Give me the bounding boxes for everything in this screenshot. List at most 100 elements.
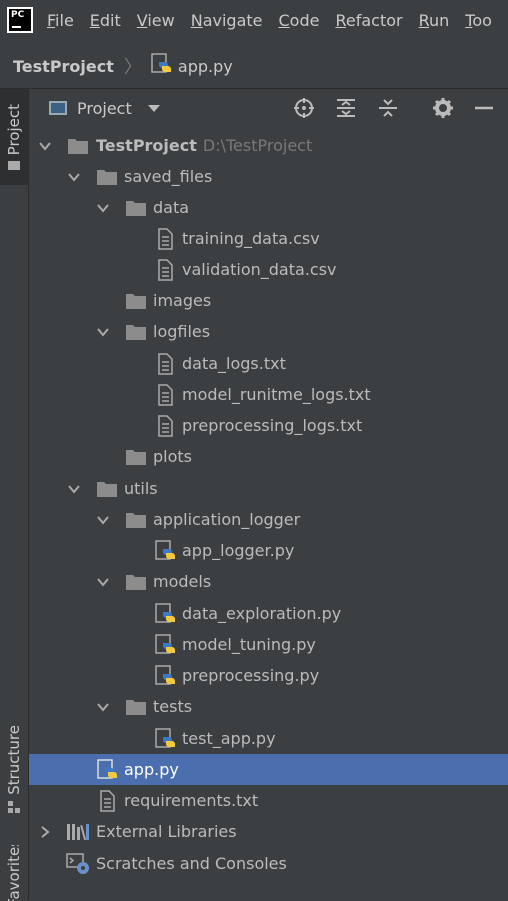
- chevron-down-icon[interactable]: [96, 325, 110, 339]
- tree-label: model_runitme_logs.txt: [182, 385, 371, 404]
- folder-icon: [124, 445, 148, 469]
- python-file-icon: [153, 727, 177, 751]
- breadcrumb-project[interactable]: TestProject: [13, 57, 114, 76]
- project-view-icon: [49, 101, 67, 115]
- python-file-icon: [153, 664, 177, 688]
- chevron-down-icon[interactable]: [67, 482, 81, 496]
- stripe-tab-favorites[interactable]: Favorites: [0, 845, 28, 901]
- menu-tools[interactable]: Too: [465, 11, 492, 30]
- tree-label: utils: [124, 479, 158, 498]
- tree-row-folder[interactable]: logfiles: [29, 316, 508, 347]
- tree-label: app_logger.py: [182, 541, 295, 560]
- python-file-icon: [153, 633, 177, 657]
- tree-label: preprocessing.py: [182, 666, 320, 685]
- tool-window-stripe: Project Structure Favorites: [0, 89, 29, 901]
- tree-label: app.py: [124, 760, 179, 779]
- text-file-icon: [153, 352, 177, 376]
- folder-icon: [8, 161, 20, 171]
- tree-label: images: [153, 291, 212, 310]
- tree-row-file[interactable]: data_exploration.py: [29, 598, 508, 629]
- tree-row-scratches[interactable]: Scratches and Consoles: [29, 848, 508, 879]
- structure-icon: [8, 800, 20, 813]
- menu-run[interactable]: Run: [419, 11, 450, 30]
- menu-code[interactable]: Code: [279, 11, 320, 30]
- menu-refactor[interactable]: Refactor: [335, 11, 402, 30]
- tree-label: training_data.csv: [182, 229, 320, 248]
- tree-label: Scratches and Consoles: [96, 854, 287, 873]
- tree-row-folder[interactable]: application_logger: [29, 504, 508, 535]
- tree-row-file[interactable]: data_logs.txt: [29, 348, 508, 379]
- minimize-icon[interactable]: [472, 89, 496, 127]
- tree-row-file[interactable]: app_logger.py: [29, 535, 508, 566]
- chevron-right-icon[interactable]: [38, 825, 52, 839]
- tree-row-folder[interactable]: data: [29, 192, 508, 223]
- tree-row-file[interactable]: preprocessing_logs.txt: [29, 410, 508, 441]
- library-icon: [66, 820, 90, 844]
- pycharm-logo-icon: PC: [7, 7, 33, 33]
- text-file-icon: [153, 258, 177, 282]
- tree-row-file[interactable]: training_data.csv: [29, 223, 508, 254]
- tree-label: plots: [153, 447, 192, 466]
- folder-icon: [124, 320, 148, 344]
- folder-icon: [95, 477, 119, 501]
- menu-edit[interactable]: Edit: [90, 11, 121, 30]
- breadcrumb-separator: 〉: [123, 57, 142, 78]
- tree-label: data_logs.txt: [182, 354, 286, 373]
- chevron-down-icon[interactable]: [67, 170, 81, 184]
- tree-row-root[interactable]: TestProject D:\TestProject: [29, 130, 508, 161]
- tree-label: data: [153, 198, 190, 217]
- chevron-down-icon[interactable]: [147, 104, 160, 112]
- chevron-down-icon[interactable]: [96, 575, 110, 589]
- tree-label: requirements.txt: [124, 791, 259, 810]
- menu-navigate[interactable]: Navigate: [191, 11, 263, 30]
- menu-file[interactable]: File: [47, 11, 74, 30]
- text-file-icon: [153, 227, 177, 251]
- tree-label: saved_files: [124, 167, 213, 186]
- python-file-icon: [153, 539, 177, 563]
- project-tool-window-header: Project: [29, 89, 508, 127]
- stripe-tab-project[interactable]: Project: [0, 89, 28, 185]
- breadcrumb-file[interactable]: app.py: [178, 57, 233, 76]
- tree-label: validation_data.csv: [182, 260, 337, 279]
- tree-row-file[interactable]: model_runitme_logs.txt: [29, 379, 508, 410]
- scratches-icon: [66, 852, 90, 876]
- view-selector-label[interactable]: Project: [77, 99, 132, 118]
- tree-row-folder[interactable]: utils: [29, 473, 508, 504]
- stripe-tab-structure[interactable]: Structure: [0, 719, 28, 819]
- project-path: D:\TestProject: [202, 136, 313, 155]
- menu-view[interactable]: View: [137, 11, 175, 30]
- chevron-down-icon[interactable]: [96, 700, 110, 714]
- tree-label: logfiles: [153, 322, 211, 341]
- folder-icon: [66, 134, 90, 158]
- tree-row-folder[interactable]: plots: [29, 441, 508, 472]
- tree-label: data_exploration.py: [182, 604, 342, 623]
- folder-icon: [124, 289, 148, 313]
- tree-row-file[interactable]: test_app.py: [29, 723, 508, 754]
- chevron-down-icon[interactable]: [96, 201, 110, 215]
- python-file-icon: [95, 758, 119, 782]
- gear-icon[interactable]: [431, 89, 455, 127]
- folder-icon: [124, 196, 148, 220]
- tree-label: test_app.py: [182, 729, 276, 748]
- tree-row-folder[interactable]: models: [29, 566, 508, 597]
- locate-target-icon[interactable]: [292, 89, 316, 127]
- tree-row-file[interactable]: model_tuning.py: [29, 629, 508, 660]
- text-file-icon: [153, 414, 177, 438]
- tree-row-file[interactable]: preprocessing.py: [29, 660, 508, 691]
- tree-label: models: [153, 572, 212, 591]
- expand-all-icon[interactable]: [334, 89, 358, 127]
- chevron-down-icon[interactable]: [96, 513, 110, 527]
- tree-row-folder[interactable]: tests: [29, 691, 508, 722]
- tree-row-folder[interactable]: saved_files: [29, 161, 508, 192]
- python-file-icon: [150, 53, 172, 79]
- tree-row-folder[interactable]: images: [29, 285, 508, 316]
- tree-row-file[interactable]: validation_data.csv: [29, 254, 508, 285]
- text-file-icon: [95, 789, 119, 813]
- chevron-down-icon[interactable]: [38, 139, 52, 153]
- python-file-icon: [153, 602, 177, 626]
- tree-row-external-libraries[interactable]: External Libraries: [29, 816, 508, 847]
- collapse-all-icon[interactable]: [376, 89, 400, 127]
- tree-label: External Libraries: [96, 822, 237, 841]
- tree-row-file[interactable]: requirements.txt: [29, 785, 508, 816]
- tree-row-file-selected[interactable]: app.py: [29, 754, 508, 785]
